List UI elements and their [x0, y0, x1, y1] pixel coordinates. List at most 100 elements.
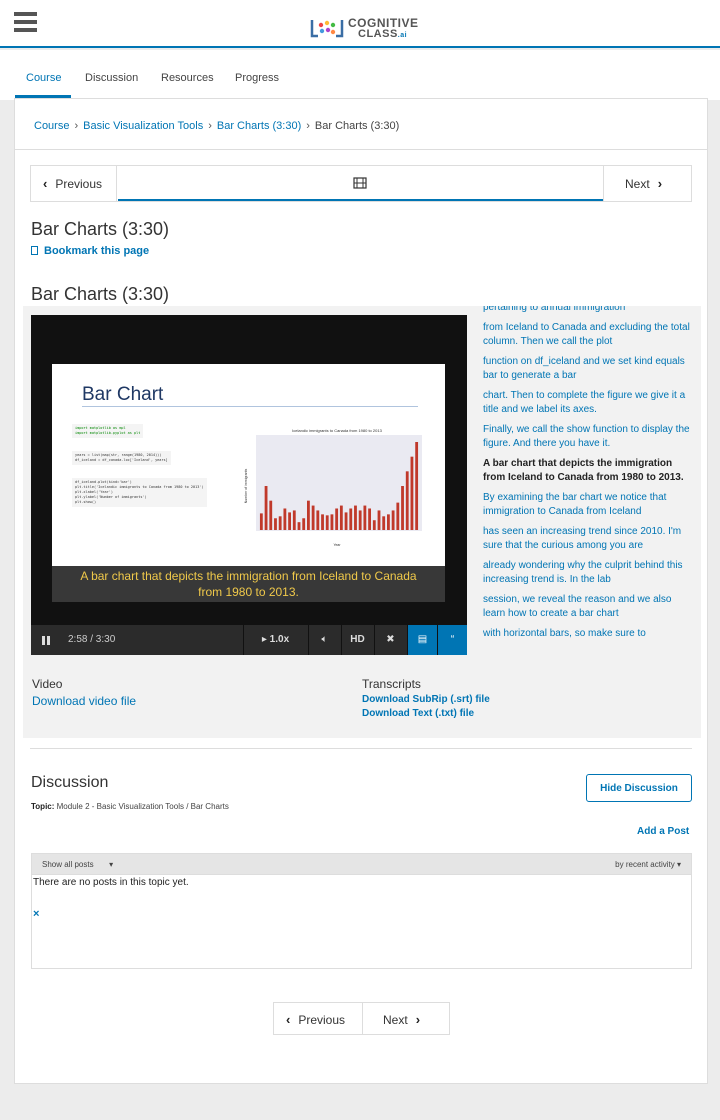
transcript-line[interactable]: from Iceland to Canada and excluding the…	[483, 321, 693, 349]
bottom-previous-button[interactable]: ‹ Previous	[274, 1003, 363, 1034]
transcript-download: Transcripts Download SubRip (.srt) file …	[362, 677, 490, 722]
minichart-title: Icelandic immigrants to Canada from 1980…	[292, 428, 382, 433]
posts-filter-select[interactable]: Show all posts ▾	[42, 860, 113, 869]
tab-resources[interactable]: Resources	[161, 72, 214, 84]
video-player[interactable]: Bar Chart import matplotlib as mpl impor…	[31, 315, 467, 645]
transcript-icon[interactable]: “	[437, 625, 467, 655]
menu-icon[interactable]	[14, 12, 37, 32]
transcript-line[interactable]: has seen an increasing trend since 2010.…	[483, 525, 693, 553]
breadcrumb-separator: ›	[208, 120, 212, 132]
logo-text-line2: CLASS.ai	[358, 28, 408, 40]
play-icon: ▸	[261, 634, 267, 645]
minichart-bar	[278, 516, 282, 530]
slide-bar-chart: Icelandic immigrants to Canada from 1980…	[244, 428, 422, 547]
chevron-right-icon: ›	[657, 176, 663, 191]
transcript-line[interactable]: Finally, we call the show function to di…	[483, 423, 693, 451]
minichart-bar	[283, 508, 287, 530]
video-download: Video Download video file	[32, 677, 136, 708]
posts-filter-label: Show all posts	[42, 860, 94, 869]
video-heading: Video	[32, 677, 63, 691]
bottom-next-button[interactable]: Next ›	[363, 1003, 449, 1034]
minichart-bar	[377, 510, 381, 530]
previous-button[interactable]: ‹ Previous	[31, 166, 117, 201]
minichart-bar	[269, 500, 273, 530]
speed-button[interactable]: ▸ 1.0x	[243, 625, 307, 655]
transcript-line[interactable]: with horizontal bars, so make sure to	[483, 627, 693, 641]
minichart-bar	[354, 505, 357, 530]
bookmark-button[interactable]: Bookmark this page	[31, 245, 149, 257]
transcript-line[interactable]: already wondering why the culprit behind…	[483, 559, 693, 587]
video-captions: A bar chart that depicts the immigration…	[52, 566, 445, 602]
add-post-link[interactable]: Add a Post	[637, 826, 689, 837]
breadcrumb-current: Bar Charts (3:30)	[314, 120, 400, 132]
posts-sort-select[interactable]: by recent activity ▾	[615, 860, 681, 869]
minichart-bar	[344, 512, 348, 530]
minichart-bar	[321, 514, 324, 530]
transcript-line-current[interactable]: A bar chart that depicts the immigration…	[483, 457, 693, 485]
minichart-bar	[288, 512, 291, 530]
transcript-line[interactable]: chart. Then to complete the figure we gi…	[483, 389, 693, 417]
captions-icon[interactable]: ▤	[407, 625, 437, 655]
course-tabs: Course Discussion Resources Progress	[0, 50, 720, 100]
breadcrumb-course[interactable]: Course	[34, 120, 69, 132]
transcripts-heading: Transcripts	[362, 677, 421, 691]
bookmark-icon	[31, 246, 38, 255]
minichart-ylabel: Number of immigrants	[244, 469, 248, 504]
next-button[interactable]: Next ›	[603, 166, 691, 201]
logo-mark-icon	[310, 20, 344, 38]
divider	[15, 149, 707, 150]
minichart-bar	[274, 518, 277, 530]
minichart-bar	[405, 471, 409, 530]
transcript-line[interactable]: By examining the bar chart we notice tha…	[483, 491, 693, 519]
volume-icon[interactable]: 🔈︎	[308, 625, 340, 655]
posts-sort-label: by recent activity	[615, 860, 675, 869]
minichart-bar	[372, 520, 376, 530]
hide-discussion-button[interactable]: Hide Discussion	[586, 774, 692, 802]
caption-line: from 1980 to 2013.	[198, 585, 299, 599]
breadcrumb-section[interactable]: Basic Visualization Tools	[83, 120, 203, 132]
transcript-line[interactable]: function on df_iceland and we set kind e…	[483, 355, 693, 383]
breadcrumb-subsection[interactable]: Bar Charts (3:30)	[217, 120, 301, 132]
hd-button[interactable]: HD	[341, 625, 373, 655]
chevron-left-icon: ‹	[43, 176, 48, 191]
caret-down-icon: ▾	[676, 860, 681, 869]
breadcrumb: Course › Basic Visualization Tools › Bar Cha…	[34, 120, 399, 132]
slide-rule	[82, 406, 418, 407]
sequence-unit-tab[interactable]	[118, 166, 604, 201]
previous-label: Previous	[298, 1013, 346, 1027]
minichart-bar	[387, 514, 390, 530]
tab-progress[interactable]: Progress	[235, 72, 279, 84]
transcript-line[interactable]: pertaining to annual immigration	[483, 306, 693, 315]
transcript-line[interactable]: session, we reveal the reason and we als…	[483, 593, 693, 621]
tab-discussion[interactable]: Discussion	[85, 72, 138, 84]
code-block-data: years = list(map(str, range(1980, 2014))…	[72, 451, 171, 465]
minichart-bar	[330, 514, 334, 530]
minichart-bar	[316, 510, 320, 530]
next-label: Next	[625, 177, 650, 191]
minichart-bar	[292, 510, 296, 530]
minichart-bar	[307, 500, 310, 530]
download-video-link[interactable]: Download video file	[32, 694, 136, 708]
fullscreen-icon[interactable]: ✖	[374, 625, 406, 655]
minichart-bar	[391, 510, 395, 530]
breadcrumb-separator: ›	[306, 120, 310, 132]
download-txt-link[interactable]: Download Text (.txt) file	[362, 708, 490, 719]
tab-course[interactable]: Course	[26, 72, 61, 84]
minichart-bar	[311, 505, 315, 530]
minichart-bar	[382, 516, 386, 530]
bookmark-label: Bookmark this page	[44, 245, 150, 257]
minichart-bar	[358, 510, 362, 530]
minichart-bar	[396, 502, 400, 530]
slide-title: Bar Chart	[82, 384, 164, 405]
pause-icon[interactable]	[42, 636, 50, 645]
close-icon[interactable]: ×	[33, 908, 39, 920]
speed-label: 1.0x	[269, 634, 290, 645]
minichart-bar	[302, 518, 306, 530]
minichart-bar	[368, 508, 371, 530]
transcript-panel[interactable]: pertaining to annual immigration from Ic…	[483, 306, 693, 662]
download-srt-link[interactable]: Download SubRip (.srt) file	[362, 694, 490, 705]
code-block-plot: df_iceland.plot(kind='bar') plt.title('I…	[72, 478, 207, 507]
topic-value: Module 2 - Basic Visualization Tools / B…	[56, 802, 229, 811]
cognitive-class-logo[interactable]: COGNITIVE CLASS.ai	[310, 16, 420, 42]
minichart-bar	[264, 486, 268, 530]
